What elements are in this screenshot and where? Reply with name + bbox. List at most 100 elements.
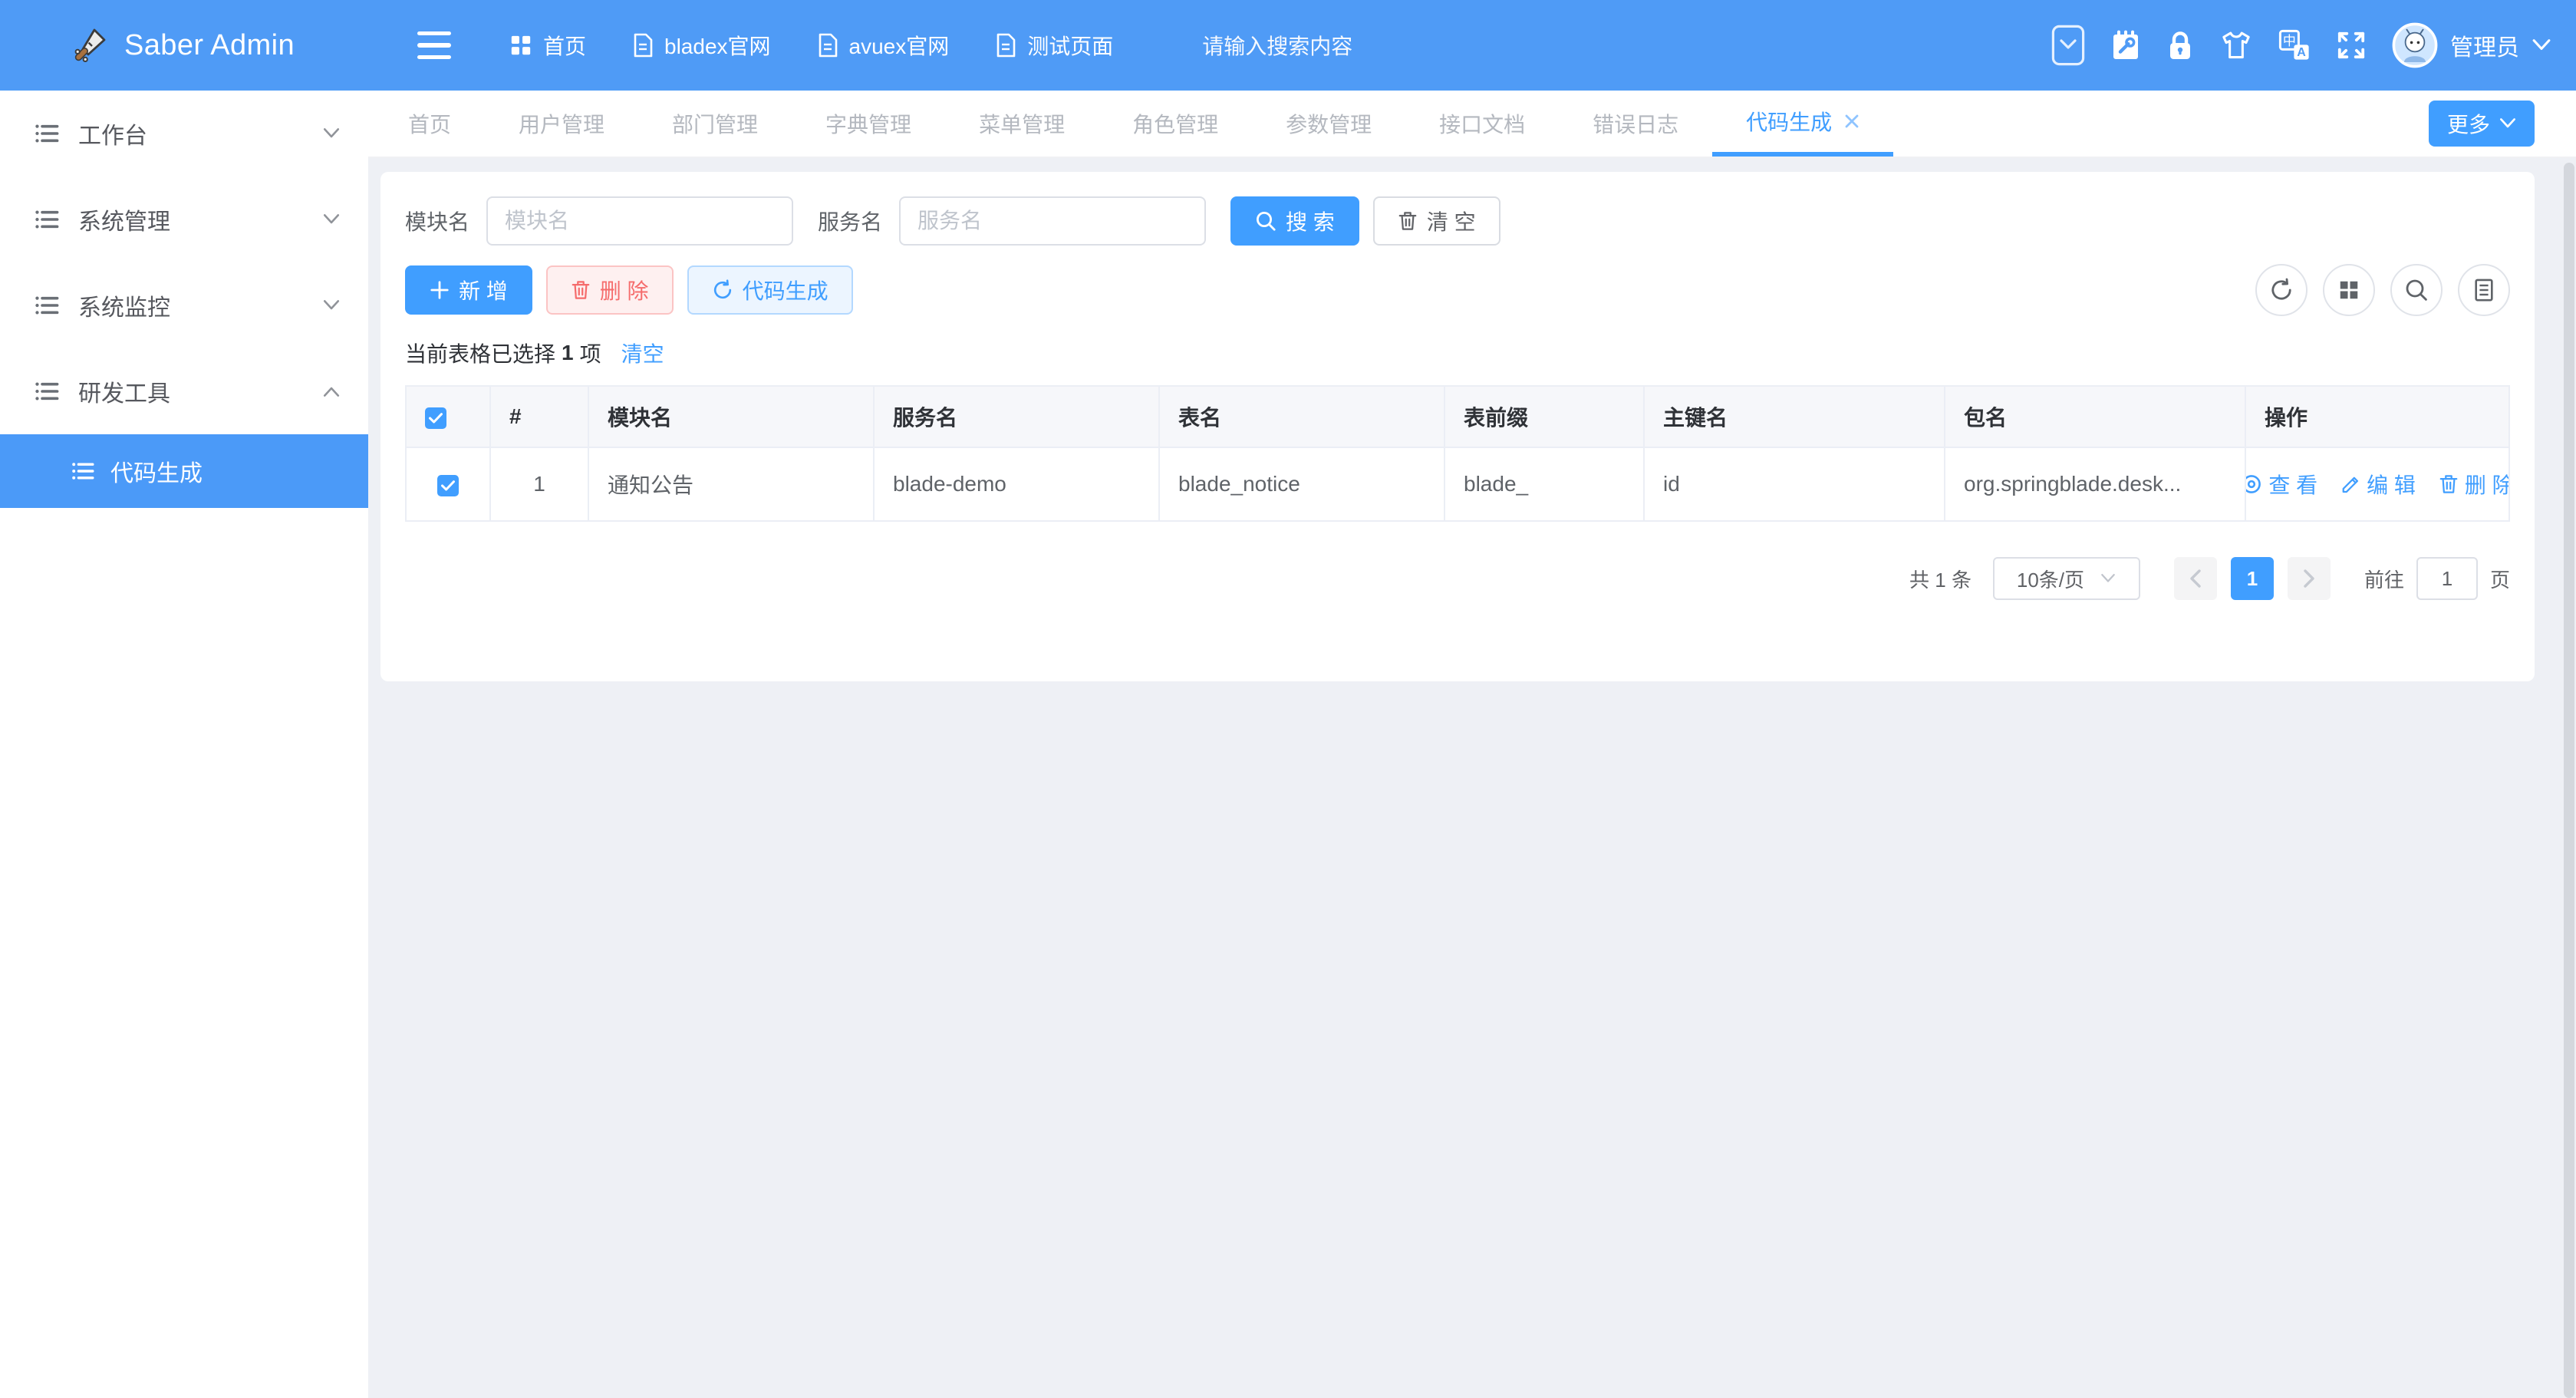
tab-dictionary-management[interactable]: 字典管理 <box>792 91 945 157</box>
more-tabs-button[interactable]: 更多 <box>2429 101 2535 147</box>
debug-tool-icon[interactable] <box>2111 29 2140 61</box>
search-icon <box>1255 210 1276 232</box>
data-table: # 模块名 服务名 表名 表前缀 主键名 包名 操作 <box>405 385 2510 522</box>
global-search-input[interactable]: 请输入搜索内容 <box>1202 30 1352 61</box>
sidebar-item-dev-tools[interactable]: 研发工具 <box>0 348 368 434</box>
delete-row-link[interactable]: 删 除 <box>2439 469 2509 500</box>
view-row-link[interactable]: 查 看 <box>2245 469 2317 500</box>
chevron-down-icon <box>322 127 341 140</box>
grid-view-icon-button[interactable] <box>2323 264 2375 316</box>
app-window: Saber Admin 首页 <box>0 0 2576 1398</box>
column-settings-icon-button[interactable] <box>2458 264 2510 316</box>
top-nav: 首页 bladex官网 <box>509 30 1113 61</box>
sidebar-item-code-generation[interactable]: 代码生成 <box>0 434 368 508</box>
select-all-checkbox[interactable] <box>425 407 446 429</box>
topnav-bladex[interactable]: bladex官网 <box>632 30 771 61</box>
next-page-button[interactable] <box>2288 557 2331 600</box>
theme-tshirt-icon[interactable] <box>2220 31 2252 60</box>
fullscreen-icon[interactable] <box>2337 31 2366 60</box>
topnav-home[interactable]: 首页 <box>509 30 586 61</box>
action-toolbar: 新 增 删 除 代码生成 <box>405 265 2510 315</box>
main-content: 模块名 服务名 搜 索 清 空 新 增 <box>368 158 2576 1398</box>
row-checkbox[interactable] <box>437 475 459 496</box>
view-label: 查 看 <box>2268 469 2317 500</box>
column-header-pk: 主键名 <box>1644 386 1945 447</box>
close-icon[interactable] <box>1844 114 1860 129</box>
more-tabs-label: 更多 <box>2447 108 2490 139</box>
tab-home[interactable]: 首页 <box>374 91 485 157</box>
column-header-actions: 操作 <box>2245 386 2509 447</box>
language-translate-icon[interactable]: 中 A <box>2278 29 2311 61</box>
tab-code-generation-active[interactable]: 代码生成 <box>1712 91 1893 157</box>
sidebar-active-item-label: 代码生成 <box>110 454 203 488</box>
clear-selection-link[interactable]: 清空 <box>621 338 664 368</box>
search-button[interactable]: 搜 索 <box>1230 196 1359 246</box>
sync-icon <box>712 279 733 301</box>
column-header-prefix: 表前缀 <box>1444 386 1644 447</box>
goto-page-input[interactable] <box>2416 557 2478 600</box>
list-icon <box>34 378 60 404</box>
clear-filters-label: 清 空 <box>1427 206 1476 236</box>
refresh-icon-button[interactable] <box>2255 264 2308 316</box>
goto-page-label: 前往 <box>2364 565 2404 593</box>
view-icon <box>2245 473 2262 495</box>
sidebar-item-label: 系统监控 <box>78 289 322 322</box>
sidebar-item-system-management[interactable]: 系统管理 <box>0 176 368 262</box>
selection-suffix: 项 <box>580 338 601 368</box>
document-icon <box>632 33 654 58</box>
add-button-label: 新 增 <box>459 275 508 305</box>
clear-filters-button[interactable]: 清 空 <box>1373 196 1500 246</box>
app-logo[interactable]: Saber Admin <box>0 0 368 91</box>
sidebar-collapse-button[interactable] <box>417 31 451 59</box>
chevron-down-icon <box>322 299 341 312</box>
sidebar-item-system-monitor[interactable]: 系统监控 <box>0 262 368 348</box>
edit-row-link[interactable]: 编 辑 <box>2340 469 2416 500</box>
table-row[interactable]: 1 通知公告 blade-demo blade_notice blade_ id… <box>406 447 2509 521</box>
list-icon <box>34 120 60 147</box>
list-icon <box>34 292 60 318</box>
document-lines-icon <box>2472 278 2495 302</box>
tab-parameter-management[interactable]: 参数管理 <box>1252 91 1405 157</box>
delete-button[interactable]: 删 除 <box>546 265 674 315</box>
grid-icon <box>2337 279 2360 302</box>
dagger-logo-icon <box>74 27 110 64</box>
column-header-index: # <box>490 386 588 447</box>
search-toggle-icon-button[interactable] <box>2390 264 2443 316</box>
user-menu[interactable]: 管理员 <box>2392 22 2551 68</box>
trash-icon <box>1398 210 1418 232</box>
tab-api-docs[interactable]: 接口文档 <box>1405 91 1559 157</box>
top-menu-dropdown-button[interactable] <box>2051 25 2085 66</box>
document-icon <box>817 33 838 58</box>
chevron-right-icon <box>2303 569 2315 588</box>
user-name: 管理员 <box>2450 28 2519 62</box>
tab-role-management[interactable]: 角色管理 <box>1099 91 1252 157</box>
vertical-scrollbar[interactable] <box>2564 163 2574 1398</box>
tab-user-management[interactable]: 用户管理 <box>485 91 638 157</box>
topnav-test-page[interactable]: 测试页面 <box>995 30 1113 61</box>
page-number-1[interactable]: 1 <box>2231 557 2274 600</box>
app-title: Saber Admin <box>124 29 295 62</box>
tab-department-management[interactable]: 部门管理 <box>638 91 792 157</box>
tab-menu-management[interactable]: 菜单管理 <box>945 91 1099 157</box>
topnav-avuex[interactable]: avuex官网 <box>817 30 950 61</box>
tab-error-log[interactable]: 错误日志 <box>1559 91 1712 157</box>
svg-text:中: 中 <box>2283 34 2296 48</box>
service-name-input[interactable] <box>899 196 1206 246</box>
add-button[interactable]: 新 增 <box>405 265 532 315</box>
cell-index: 1 <box>490 447 588 521</box>
cell-service: blade-demo <box>874 447 1159 521</box>
page-size-select[interactable]: 10条/页 <box>1993 557 2140 600</box>
prev-page-button[interactable] <box>2174 557 2217 600</box>
cell-prefix: blade_ <box>1444 447 1644 521</box>
edit-label: 编 辑 <box>2367 469 2416 500</box>
trash-icon <box>571 279 591 301</box>
sidebar-item-workbench[interactable]: 工作台 <box>0 91 368 176</box>
row-actions: 查 看 编 辑 删 除 <box>2265 469 2490 500</box>
code-generate-button[interactable]: 代码生成 <box>687 265 853 315</box>
trash-icon <box>2439 473 2459 495</box>
page-size-value: 10条/页 <box>2017 565 2084 593</box>
code-generate-label: 代码生成 <box>743 275 828 305</box>
module-name-input[interactable] <box>486 196 793 246</box>
lock-screen-icon[interactable] <box>2166 30 2194 61</box>
sidebar: 工作台 系统管理 系统监控 <box>0 91 368 1398</box>
